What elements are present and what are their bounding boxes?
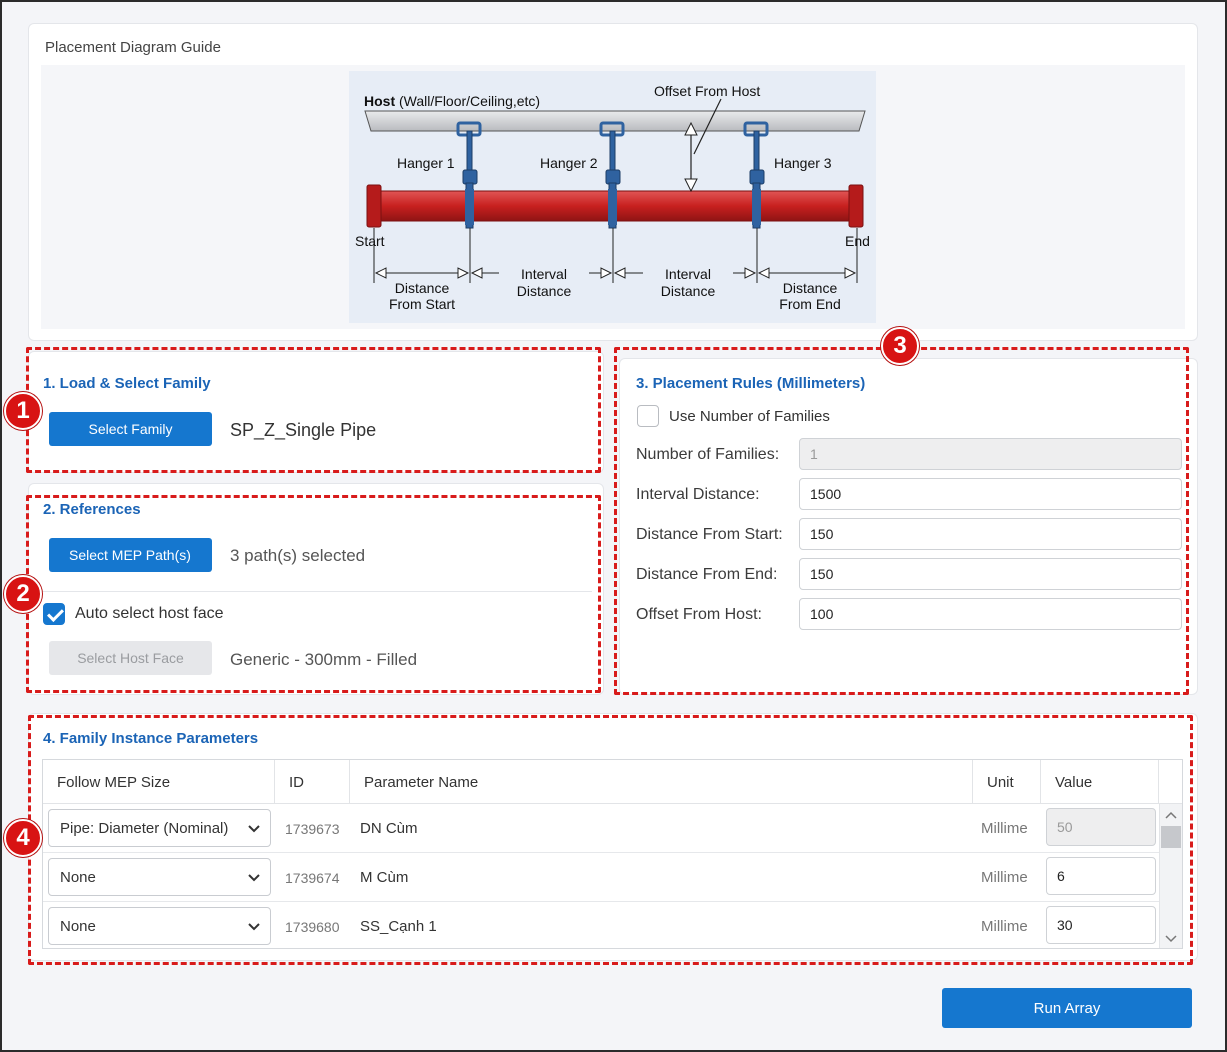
distance-from-start-label: Distance From Start [388, 280, 456, 312]
param-id: 1739674 [285, 869, 340, 886]
offset-from-host-label: Offset From Host: [636, 606, 762, 623]
distance-from-start-input[interactable]: 150 [799, 518, 1182, 550]
table-row: None 1739674 M Cùm Millime 6 [43, 853, 1159, 902]
diagram-area: Host (Wall/Floor/Ceiling,etc) Offset Fro… [41, 65, 1185, 329]
family-name: SP_Z_Single Pipe [230, 420, 377, 440]
interval-distance-input[interactable]: 1500 [799, 478, 1182, 510]
hanger-3-label: Hanger 3 [774, 155, 832, 171]
scroll-down-icon[interactable] [1160, 930, 1182, 946]
param-unit: Millime [981, 869, 1028, 886]
host-slab [364, 110, 866, 132]
section2-title: 2. References [43, 501, 141, 518]
distance-from-end-label: Distance From End [779, 280, 841, 312]
column-header-parameter-name[interactable]: Parameter Name [350, 760, 973, 804]
section4-title: 4. Family Instance Parameters [43, 730, 259, 747]
parameters-table: Follow MEP Size ID Parameter Name Unit V… [42, 759, 1183, 949]
annotation-badge-1: 1 [4, 392, 42, 430]
follow-mep-size-select[interactable]: None [48, 907, 271, 945]
use-number-of-families-label: Use Number of Families [669, 408, 830, 425]
end-label: End [845, 233, 870, 249]
select-mep-path-button[interactable]: Select MEP Path(s) [49, 538, 212, 572]
hanger-1-label: Hanger 1 [397, 155, 455, 171]
interval-distance-label: Interval Distance: [636, 486, 760, 503]
offset-from-host-label: Offset From Host [654, 83, 761, 99]
start-label: Start [355, 233, 385, 249]
interval-distance-label-1: Interval Distance [499, 266, 589, 300]
param-value-input[interactable]: 50 [1046, 808, 1156, 846]
select-family-button[interactable]: Select Family [49, 412, 212, 446]
distance-from-start-label: Distance From Start: [636, 526, 783, 543]
param-name: M Cùm [360, 869, 409, 886]
table-header: Follow MEP Size ID Parameter Name Unit V… [43, 760, 1182, 804]
hanger-2-label: Hanger 2 [540, 155, 598, 171]
follow-mep-size-select[interactable]: None [48, 858, 271, 896]
param-value-input[interactable]: 6 [1046, 857, 1156, 895]
param-value-input[interactable]: 30 [1046, 906, 1156, 944]
param-unit: Millime [981, 820, 1028, 837]
param-id: 1739680 [285, 918, 340, 935]
annotation-badge-2: 2 [4, 575, 42, 613]
chevron-down-icon [248, 825, 260, 833]
param-name: DN Cùm [360, 820, 418, 837]
distance-from-end-label: Distance From End: [636, 566, 778, 583]
auto-select-host-label: Auto select host face [75, 605, 224, 622]
interval-distance-label-2: Interval Distance [643, 266, 733, 300]
placement-diagram: Host (Wall/Floor/Ceiling,etc) Offset Fro… [349, 71, 876, 323]
chevron-down-icon [248, 874, 260, 882]
divider [42, 591, 592, 592]
table-row: Pipe: Diameter (Nominal) 1739673 DN Cùm … [43, 804, 1159, 853]
annotation-badge-4: 4 [4, 819, 42, 857]
table-scrollbar[interactable] [1159, 804, 1182, 948]
param-id: 1739673 [285, 820, 340, 837]
use-number-of-families-checkbox[interactable] [637, 405, 659, 427]
diagram-guide-title: Placement Diagram Guide [45, 39, 221, 56]
auto-select-host-checkbox[interactable] [43, 603, 65, 625]
host-label: Host (Wall/Floor/Ceiling,etc) [364, 93, 541, 109]
select-host-face-button[interactable]: Select Host Face [49, 641, 212, 675]
run-array-button[interactable]: Run Array [942, 988, 1192, 1028]
diagram-guide-card: Placement Diagram Guide Host (Wall/Floor… [28, 23, 1198, 341]
chevron-down-icon [248, 923, 260, 931]
annotation-badge-3: 3 [881, 327, 919, 365]
table-row: None 1739680 SS_Cạnh 1 Millime 30 [43, 902, 1159, 948]
column-header-follow[interactable]: Follow MEP Size [43, 760, 275, 804]
param-unit: Millime [981, 918, 1028, 935]
column-header-value[interactable]: Value [1041, 760, 1159, 804]
number-of-families-label: Number of Families: [636, 446, 780, 463]
paths-selected-text: 3 path(s) selected [230, 546, 366, 565]
distance-from-end-input[interactable]: 150 [799, 558, 1182, 590]
section1-title: 1. Load & Select Family [43, 375, 211, 392]
scroll-up-icon[interactable] [1160, 808, 1182, 824]
app-window: Placement Diagram Guide Host (Wall/Floor… [0, 0, 1227, 1052]
host-face-value: Generic - 300mm - Filled [230, 650, 418, 669]
column-header-unit[interactable]: Unit [973, 760, 1041, 804]
scroll-thumb[interactable] [1161, 826, 1181, 848]
column-header-id[interactable]: ID [275, 760, 350, 804]
number-of-families-input[interactable]: 1 [799, 438, 1182, 470]
param-name: SS_Cạnh 1 [360, 918, 437, 935]
offset-from-host-input[interactable]: 100 [799, 598, 1182, 630]
section3-title: 3. Placement Rules (Millimeters) [636, 375, 866, 392]
follow-mep-size-select[interactable]: Pipe: Diameter (Nominal) [48, 809, 271, 847]
